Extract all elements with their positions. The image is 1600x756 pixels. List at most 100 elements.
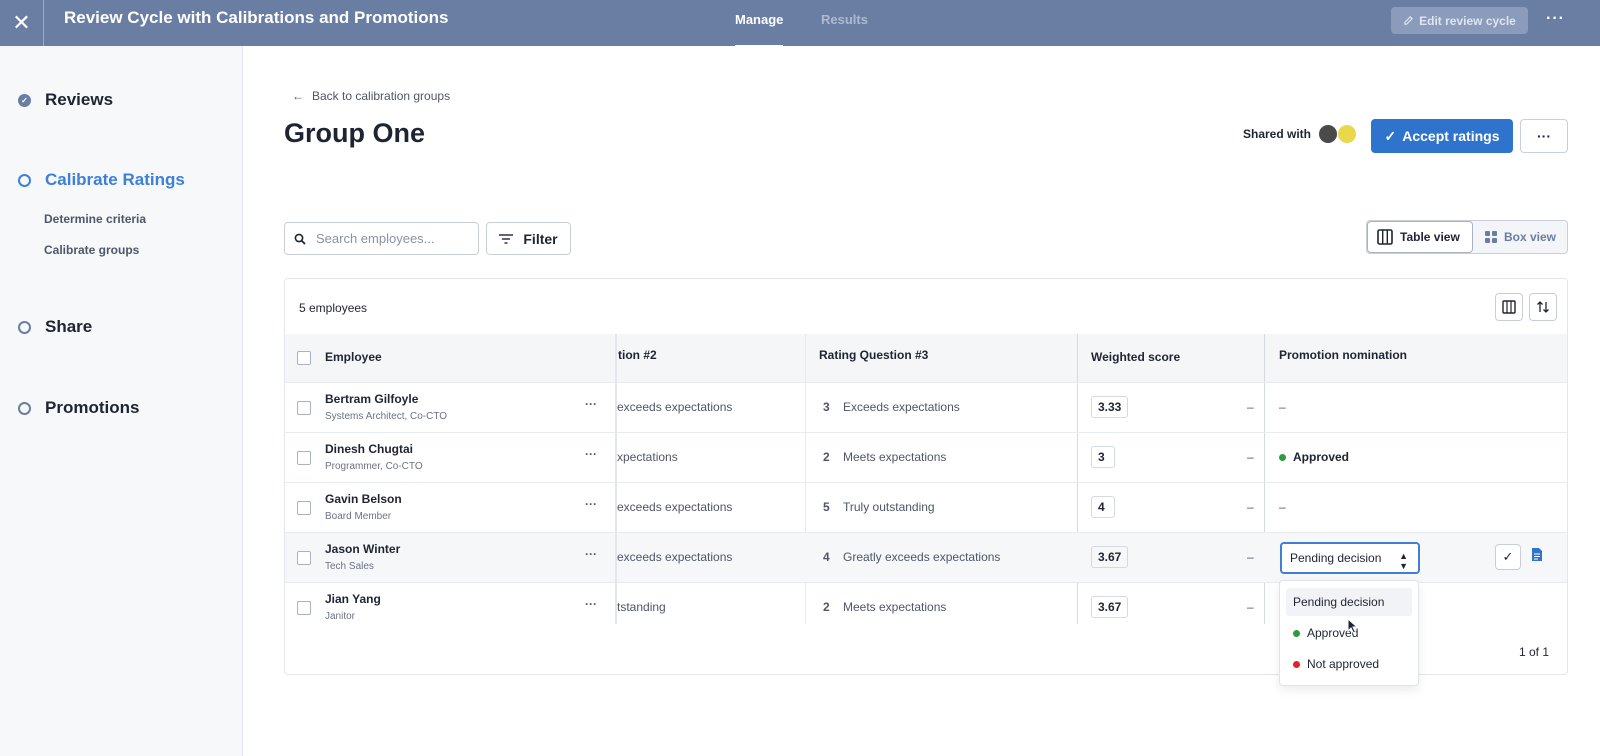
mouse-cursor-icon <box>1347 618 1358 634</box>
rating-q2-value: exceeds expectations <box>617 550 733 564</box>
sort-button[interactable] <box>1529 293 1557 321</box>
table-header: Employee tion #2 Rating Question #3 Weig… <box>285 334 1567 382</box>
dropdown-option-not-approved[interactable]: Not approved <box>1286 650 1412 678</box>
tab-manage[interactable]: Manage <box>735 12 784 47</box>
row-checkbox[interactable] <box>297 601 311 615</box>
employee-name[interactable]: Bertram Gilfoyle <box>325 392 418 406</box>
employee-role: Board Member <box>325 511 392 522</box>
column-header-employee[interactable]: Employee <box>325 350 382 364</box>
rating-q3-number: 2 <box>823 450 830 464</box>
row-more-button[interactable]: ··· <box>585 497 597 511</box>
filter-button[interactable]: Filter <box>486 222 571 255</box>
sidebar-step-share[interactable]: Share <box>18 317 92 337</box>
sidebar-sub-determine-criteria[interactable]: Determine criteria <box>44 212 146 226</box>
circle-icon <box>18 401 31 415</box>
column-header-rating-question-3[interactable]: Rating Question #3 <box>819 348 928 362</box>
search-placeholder: Search employees... <box>316 231 435 246</box>
row-more-button[interactable]: ··· <box>585 397 597 411</box>
back-link-label: Back to calibration groups <box>312 89 451 103</box>
edit-review-cycle-button[interactable]: Edit review cycle <box>1391 7 1528 34</box>
table-row[interactable]: Jason Winter Tech Sales ··· exceeds expe… <box>285 532 1567 582</box>
close-button[interactable]: ✕ <box>0 0 44 46</box>
row-checkbox[interactable] <box>297 501 311 515</box>
dropdown-option-label: Not approved <box>1307 657 1380 671</box>
back-link[interactable]: ← Back to calibration groups <box>292 89 450 103</box>
circle-icon <box>18 173 31 187</box>
employee-name[interactable]: Jian Yang <box>325 592 381 606</box>
table-view-label: Table view <box>1400 230 1460 244</box>
promotion-status: Approved <box>1279 450 1349 464</box>
rating-q3-number: 4 <box>823 550 830 564</box>
avatar[interactable] <box>1337 124 1357 144</box>
row-more-button[interactable]: ··· <box>585 547 597 561</box>
table-icon <box>1377 229 1393 245</box>
dropdown-option-pending-decision[interactable]: Pending decision <box>1286 588 1412 616</box>
sidebar-step-label: Reviews <box>45 90 114 109</box>
search-input[interactable]: Search employees... <box>284 222 479 255</box>
pencil-icon <box>1404 15 1414 25</box>
check-circle-icon: ✓ <box>18 93 31 107</box>
rating-q2-value: exceeds expectations <box>617 400 733 414</box>
column-header-weighted-score[interactable]: Weighted score <box>1091 350 1180 364</box>
rating-q3-number: 2 <box>823 600 830 614</box>
sidebar-sub-calibrate-groups[interactable]: Calibrate groups <box>44 243 139 257</box>
document-icon[interactable] <box>1531 547 1543 567</box>
columns-button[interactable] <box>1495 293 1523 321</box>
table-view-button[interactable]: Table view <box>1367 221 1473 253</box>
tab-results[interactable]: Results <box>821 12 868 27</box>
search-icon <box>294 233 306 245</box>
sidebar: ✓ Reviews Calibrate Ratings Determine cr… <box>0 46 243 756</box>
promotion-status: – <box>1279 400 1286 414</box>
approved-dot-icon <box>1279 453 1286 461</box>
filter-icon <box>499 233 514 244</box>
sidebar-step-reviews[interactable]: ✓ Reviews <box>18 90 113 110</box>
table-row[interactable]: Dinesh Chugtai Programmer, Co-CTO ··· xp… <box>285 432 1567 482</box>
close-icon: ✕ <box>12 10 31 35</box>
employee-name[interactable]: Jason Winter <box>325 542 400 556</box>
employee-role: Systems Architect, Co-CTO <box>325 411 448 422</box>
row-checkbox[interactable] <box>297 401 311 415</box>
not-approved-dot-icon <box>1293 660 1300 668</box>
row-checkbox[interactable] <box>297 551 311 565</box>
rating-q3-number: 3 <box>823 400 830 414</box>
score-change: – <box>1247 400 1254 414</box>
employee-name[interactable]: Gavin Belson <box>325 492 402 506</box>
table-row[interactable]: Gavin Belson Board Member ··· exceeds ex… <box>285 482 1567 532</box>
row-more-button[interactable]: ··· <box>585 447 597 461</box>
weighted-score: 3.67 <box>1091 546 1129 568</box>
table-row[interactable]: Bertram Gilfoyle Systems Architect, Co-C… <box>285 382 1567 432</box>
weighted-score: 4 <box>1091 496 1115 518</box>
top-more-button[interactable]: ··· <box>1546 10 1565 28</box>
shared-with-label: Shared with <box>1243 127 1312 141</box>
avatar[interactable] <box>1318 124 1338 144</box>
dropdown-option-label: Pending decision <box>1293 595 1385 609</box>
approved-dot-icon <box>1293 629 1300 637</box>
rating-q3-value: Meets expectations <box>843 600 947 614</box>
header-more-button[interactable]: ··· <box>1520 119 1568 153</box>
select-caret-icon: ▲ ▼ <box>1399 551 1408 571</box>
pagination-label: 1 of 1 <box>1519 645 1550 659</box>
promotion-status: – <box>1279 500 1286 514</box>
confirm-button[interactable]: ✓ <box>1495 544 1521 570</box>
sidebar-step-promotions[interactable]: Promotions <box>18 398 139 418</box>
box-view-label: Box view <box>1504 230 1557 244</box>
column-header-promotion-nomination[interactable]: Promotion nomination <box>1279 348 1407 362</box>
select-all-checkbox[interactable] <box>297 351 311 365</box>
box-view-button[interactable]: Box view <box>1485 221 1556 253</box>
accept-ratings-button[interactable]: ✓ Accept ratings <box>1371 119 1513 153</box>
promotion-select[interactable]: Pending decision ▲ ▼ <box>1280 542 1420 574</box>
sidebar-step-calibrate-ratings[interactable]: Calibrate Ratings <box>18 170 185 190</box>
sidebar-step-label: Promotions <box>45 398 140 417</box>
page-title: Group One <box>284 118 425 148</box>
column-header-rating-question-2[interactable]: tion #2 <box>618 348 657 362</box>
promotion-status-label: Approved <box>1293 450 1350 464</box>
employee-name[interactable]: Dinesh Chugtai <box>325 442 413 456</box>
circle-icon <box>18 320 31 334</box>
score-change: – <box>1247 500 1254 514</box>
sidebar-step-label: Share <box>45 317 93 336</box>
row-checkbox[interactable] <box>297 451 311 465</box>
row-more-button[interactable]: ··· <box>585 597 597 611</box>
employee-role: Programmer, Co-CTO <box>325 461 423 472</box>
view-toggle: Table view Box view <box>1366 220 1568 254</box>
rating-q2-value: xpectations <box>617 450 678 464</box>
